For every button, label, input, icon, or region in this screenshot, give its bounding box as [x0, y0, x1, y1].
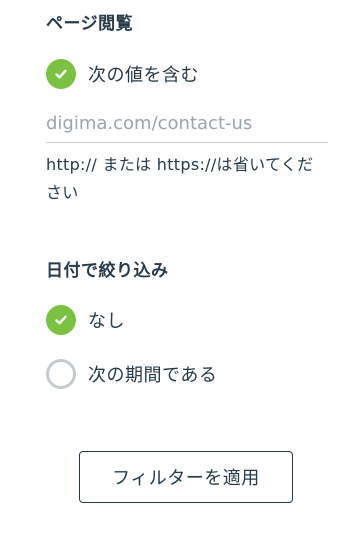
check-icon [46, 59, 76, 89]
check-icon [46, 305, 76, 335]
date-option-none-label: なし [88, 311, 125, 332]
filter-panel: ページ閲覧 次の値を含む http:// または https://は省いてくださ… [0, 0, 360, 536]
contains-option[interactable]: 次の値を含む [46, 59, 199, 89]
page-view-title: ページ閲覧 [46, 14, 134, 34]
date-option-none[interactable]: なし [46, 305, 125, 335]
date-filter-title: 日付で絞り込み [46, 261, 169, 281]
url-hint-text: http:// または https://は省いてください [46, 155, 314, 202]
contains-option-label: 次の値を含む [88, 65, 199, 86]
date-option-period[interactable]: 次の期間である [46, 359, 217, 389]
radio-unchecked-icon [46, 359, 76, 389]
url-input[interactable] [46, 104, 328, 143]
date-option-period-label: 次の期間である [88, 365, 218, 386]
apply-filter-button[interactable]: フィルターを適用 [79, 451, 293, 503]
